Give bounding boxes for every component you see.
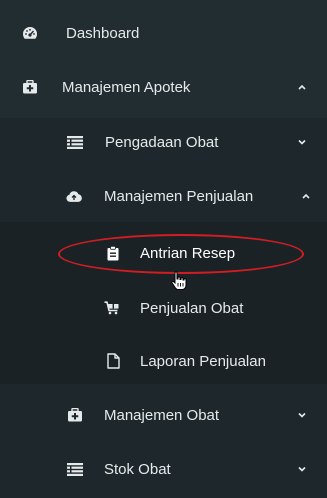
list-icon — [67, 461, 83, 477]
sidebar-item-label: Penjualan Obat — [140, 299, 244, 317]
sidebar-item-label: Manajemen Obat — [104, 406, 220, 424]
sidebar-item-manajemen-obat[interactable]: Manajemen Obat — [0, 392, 327, 438]
sidebar-item-laporan-penjualan[interactable]: Laporan Penjualan — [0, 338, 327, 384]
sidebar-item-label: Laporan Penjualan — [140, 352, 266, 370]
chevron-down-icon[interactable] — [297, 410, 307, 420]
sidebar-item-manajemen-penjualan[interactable]: Manajemen Penjualan — [0, 170, 327, 222]
sidebar-item-dashboard[interactable]: Dashboard — [0, 10, 327, 56]
file-icon — [105, 353, 121, 369]
chevron-down-icon[interactable] — [297, 464, 307, 474]
chevron-down-icon[interactable] — [297, 137, 307, 147]
hand-pointer-icon — [170, 271, 188, 291]
medkit-icon — [22, 79, 38, 95]
chevron-up-icon[interactable] — [297, 82, 307, 92]
sidebar-item-label: Manajemen Penjualan — [104, 187, 254, 205]
sidebar-item-label: Pengadaan Obat — [105, 133, 219, 151]
sidebar-item-pengadaan-obat[interactable]: Pengadaan Obat — [0, 118, 327, 166]
sidebar-item-label: Stok Obat — [104, 460, 171, 478]
cart-icon — [104, 300, 120, 316]
highlight-annotation — [58, 234, 304, 274]
list-icon — [67, 134, 83, 150]
medkit-icon — [67, 407, 83, 423]
sidebar-item-manajemen-apotek[interactable]: Manajemen Apotek — [0, 64, 327, 110]
chevron-up-icon[interactable] — [301, 191, 311, 201]
dashboard-icon — [22, 25, 38, 41]
sidebar-item-label: Manajemen Apotek — [62, 78, 191, 96]
sidebar-item-stok-obat[interactable]: Stok Obat — [0, 446, 327, 492]
cloud-upload-icon — [66, 188, 82, 204]
sidebar-item-penjualan-obat[interactable]: Penjualan Obat — [0, 285, 327, 331]
sidebar-item-label: Dashboard — [66, 24, 140, 42]
